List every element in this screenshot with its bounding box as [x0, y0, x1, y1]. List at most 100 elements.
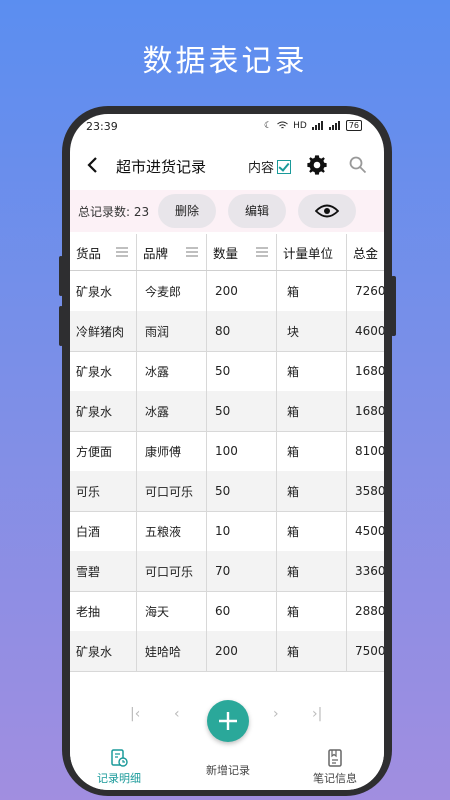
table-cell[interactable]: 康师傅 [137, 431, 207, 471]
table-cell[interactable]: 100 [207, 431, 277, 471]
add-record-button[interactable] [207, 700, 249, 742]
table-row[interactable]: 冷鲜猪肉 雨润 80 块 4600 [70, 311, 384, 352]
table-cell[interactable]: 200 [207, 271, 277, 311]
column-header[interactable]: 品牌 [137, 234, 207, 270]
table-cell[interactable]: 80 [207, 311, 277, 351]
drag-handle-icon[interactable] [116, 247, 128, 257]
wifi-icon [277, 121, 288, 129]
nav-records[interactable]: 记录明细 [74, 748, 164, 786]
table-cell[interactable]: 8100 [347, 431, 384, 471]
table-cell[interactable]: 白酒 [70, 511, 137, 551]
column-header[interactable]: 数量 [207, 234, 277, 270]
table-row[interactable]: 老抽 海天 60 箱 2880 [70, 591, 384, 632]
table-cell[interactable]: 冰露 [137, 391, 207, 431]
nav-notes-label: 笔记信息 [313, 772, 357, 785]
next-page-icon[interactable]: › [273, 706, 279, 722]
view-button[interactable] [298, 194, 356, 228]
table-cell[interactable]: 60 [207, 591, 277, 631]
table-cell[interactable]: 70 [207, 551, 277, 591]
search-icon[interactable] [348, 155, 368, 175]
network-label: HD [293, 120, 307, 131]
back-arrow-icon[interactable] [82, 154, 104, 176]
hero-title: 数据表记录 [142, 44, 308, 79]
prev-page-icon[interactable]: ‹ [174, 706, 180, 722]
table-cell[interactable]: 雪碧 [70, 551, 137, 591]
column-header[interactable]: 货品 [70, 234, 137, 270]
table-row[interactable]: 矿泉水 今麦郎 200 箱 7260 [70, 271, 384, 312]
table-cell[interactable]: 箱 [277, 591, 347, 631]
table-cell[interactable]: 200 [207, 631, 277, 671]
table-cell[interactable]: 可口可乐 [137, 471, 207, 511]
table-cell[interactable]: 冷鲜猪肉 [70, 311, 137, 351]
table-cell[interactable]: 50 [207, 351, 277, 391]
table-cell[interactable]: 雨润 [137, 311, 207, 351]
table-cell[interactable]: 今麦郎 [137, 271, 207, 311]
table-cell[interactable]: 4600 [347, 311, 384, 351]
table-row[interactable]: 矿泉水 冰露 50 箱 1680 [70, 391, 384, 432]
table-cell[interactable]: 五粮液 [137, 511, 207, 551]
page-title: 超市进货记录 [116, 158, 207, 176]
drag-handle-icon[interactable] [256, 247, 268, 257]
table-row[interactable]: 白酒 五粮液 10 箱 4500 [70, 511, 384, 552]
drag-handle-icon[interactable] [186, 247, 198, 257]
first-page-icon[interactable]: |‹ [130, 706, 140, 722]
table-cell[interactable]: 箱 [277, 391, 347, 431]
table-cell[interactable]: 矿泉水 [70, 391, 137, 431]
table-cell[interactable]: 海天 [137, 591, 207, 631]
edit-button[interactable]: 编辑 [228, 194, 286, 228]
table-cell[interactable]: 老抽 [70, 591, 137, 631]
column-header-label: 品牌 [143, 245, 169, 261]
nav-records-label: 记录明细 [97, 772, 141, 785]
column-header[interactable]: 总金 [347, 234, 384, 270]
nav-notes[interactable]: 笔记信息 [290, 748, 380, 786]
table-cell[interactable]: 4500 [347, 511, 384, 551]
column-header[interactable]: 计量单位 [277, 234, 347, 270]
table-cell[interactable]: 7260 [347, 271, 384, 311]
table-cell[interactable]: 2880 [347, 591, 384, 631]
nav-add[interactable]: 新增记录 [183, 762, 273, 778]
table-cell[interactable]: 方便面 [70, 431, 137, 471]
table-cell[interactable]: 箱 [277, 271, 347, 311]
delete-button[interactable]: 删除 [158, 194, 216, 228]
bottom-nav: 记录明细 新增记录 笔记信息 [70, 740, 384, 790]
table-cell[interactable]: 箱 [277, 431, 347, 471]
last-page-icon[interactable]: ›| [312, 706, 322, 722]
table-cell[interactable]: 箱 [277, 631, 347, 671]
table-cell[interactable]: 箱 [277, 351, 347, 391]
table-row[interactable]: 方便面 康师傅 100 箱 8100 [70, 431, 384, 472]
phone-side-button [59, 306, 63, 346]
gear-icon[interactable] [306, 154, 328, 176]
table-cell[interactable]: 矿泉水 [70, 631, 137, 671]
table-cell[interactable]: 3360 [347, 551, 384, 591]
content-checkbox[interactable] [277, 159, 292, 174]
status-time: 23:39 [86, 120, 118, 133]
table-row[interactable]: 雪碧 可口可乐 70 箱 3360 [70, 551, 384, 592]
table-cell[interactable]: 箱 [277, 471, 347, 511]
table-cell[interactable]: 娃哈哈 [137, 631, 207, 671]
table-cell[interactable]: 矿泉水 [70, 351, 137, 391]
phone-frame: 23:39 ☾ HD 76 超市进货记录 内容 总记录数: 23 删除 编辑 货… [59, 106, 396, 796]
table-cell[interactable]: 50 [207, 391, 277, 431]
notebook-icon [328, 749, 342, 767]
table-row[interactable]: 矿泉水 冰露 50 箱 1680 [70, 351, 384, 392]
table-cell[interactable]: 7500 [347, 631, 384, 671]
content-toggle[interactable]: 内容 [248, 157, 292, 176]
table-cell[interactable]: 矿泉水 [70, 271, 137, 311]
table-cell[interactable]: 1680 [347, 391, 384, 431]
table-cell[interactable]: 块 [277, 311, 347, 351]
table-cell[interactable]: 箱 [277, 511, 347, 551]
table-cell[interactable]: 冰露 [137, 351, 207, 391]
table-cell[interactable]: 1680 [347, 351, 384, 391]
table-header-row: 货品 品牌 数量 计量单位 总金 [70, 234, 384, 271]
table-cell[interactable]: 3580 [347, 471, 384, 511]
table-cell[interactable]: 10 [207, 511, 277, 551]
table-cell[interactable]: 50 [207, 471, 277, 511]
table-cell[interactable]: 箱 [277, 551, 347, 591]
table-row[interactable]: 可乐 可口可乐 50 箱 3580 [70, 471, 384, 512]
plus-icon [219, 712, 237, 730]
phone-side-button [59, 256, 63, 296]
table-row[interactable]: 矿泉水 娃哈哈 200 箱 7500 [70, 631, 384, 672]
table-cell[interactable]: 可乐 [70, 471, 137, 511]
signal-icon [328, 121, 340, 130]
table-cell[interactable]: 可口可乐 [137, 551, 207, 591]
